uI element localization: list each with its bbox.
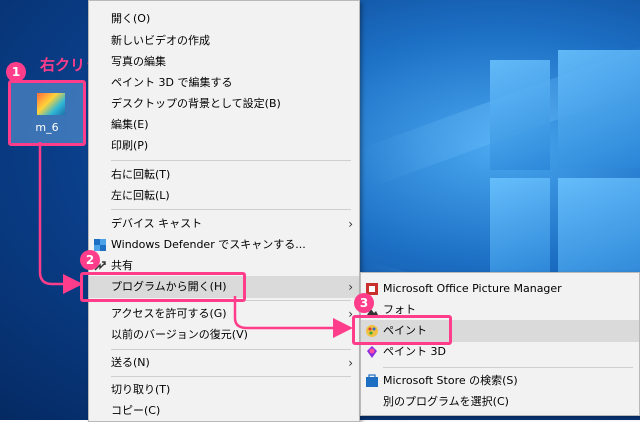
arrow-to-paint: [233, 296, 353, 338]
annotation-arrows: [38, 142, 353, 338]
arrow-to-open-with: [38, 142, 83, 294]
